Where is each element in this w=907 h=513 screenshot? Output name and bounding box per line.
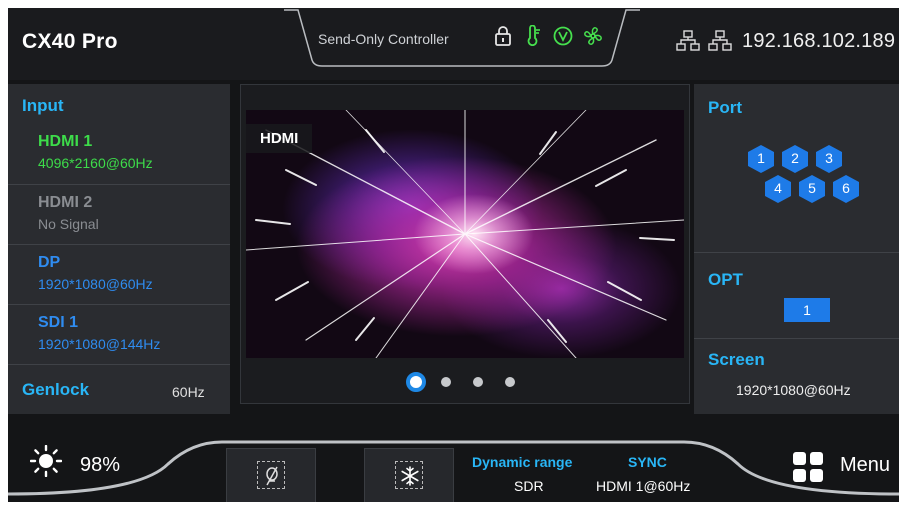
opt-title: OPT xyxy=(708,270,743,289)
device-screen: CX40 Pro Send-Only Controller 192.168.10… xyxy=(8,8,899,502)
input-signal: 4096*2160@60Hz xyxy=(38,155,153,171)
input-panel: Input HDMI 1 4096*2160@60Hz HDMI 2 No Si… xyxy=(8,84,230,414)
brightness-value: 98% xyxy=(80,454,121,476)
input-item-dp[interactable]: DP 1920*1080@60Hz xyxy=(8,244,230,304)
header-bar: CX40 Pro Send-Only Controller 192.168.10… xyxy=(8,8,899,80)
input-signal: 1920*1080@144Hz xyxy=(38,336,161,352)
input-signal: No Signal xyxy=(38,216,99,232)
port-1[interactable]: 1 xyxy=(746,144,776,174)
port-6[interactable]: 6 xyxy=(831,174,861,204)
port-number: 6 xyxy=(842,180,850,196)
port-number: 1 xyxy=(757,150,765,166)
menu-grid-icon[interactable] xyxy=(792,451,824,483)
input-item-sdi1[interactable]: SDI 1 1920*1080@144Hz xyxy=(8,304,230,364)
divider xyxy=(694,338,899,339)
page-dot[interactable] xyxy=(505,377,515,387)
port-4[interactable]: 4 xyxy=(763,174,793,204)
input-item-hdmi2[interactable]: HDMI 2 No Signal xyxy=(8,184,230,244)
device-title: CX40 Pro xyxy=(22,30,118,53)
divider xyxy=(694,252,899,253)
controller-status-tab: Send-Only Controller xyxy=(284,8,640,70)
temperature-icon xyxy=(522,25,544,47)
preview-image[interactable]: HDMI xyxy=(246,110,684,358)
dynamic-range-value: SDR xyxy=(514,478,544,494)
menu-button[interactable]: Menu xyxy=(840,454,890,477)
input-name: DP xyxy=(38,254,61,271)
screen-resolution: 1920*1080@60Hz xyxy=(736,382,851,398)
screen-title: Screen xyxy=(708,350,765,369)
page-dot[interactable] xyxy=(473,377,483,387)
port-number: 5 xyxy=(808,180,816,196)
preview-source-tag: HDMI xyxy=(246,124,313,153)
port-number: 2 xyxy=(791,150,799,166)
port-title: Port xyxy=(708,98,742,117)
dynamic-range-label: Dynamic range xyxy=(472,454,573,470)
input-item-hdmi1[interactable]: HDMI 1 4096*2160@60Hz xyxy=(8,124,230,184)
genlock-value: 60Hz xyxy=(172,384,205,400)
port-number: 3 xyxy=(825,150,833,166)
sync-value: HDMI 1@60Hz xyxy=(596,478,691,494)
port-5[interactable]: 5 xyxy=(797,174,827,204)
freeze-button[interactable] xyxy=(364,448,454,502)
port-3[interactable]: 3 xyxy=(814,144,844,174)
blackout-icon xyxy=(257,461,285,489)
fan-icon xyxy=(582,25,604,47)
input-signal: 1920*1080@60Hz xyxy=(38,276,153,292)
brightness-icon[interactable] xyxy=(29,444,63,478)
preview-pager xyxy=(406,372,526,392)
output-panel: Port 1 2 3 4 5 6 OPT 1 Screen 1920*1080@… xyxy=(694,84,899,414)
voltage-icon xyxy=(552,25,574,47)
network-icon xyxy=(676,30,700,52)
input-name: HDMI 1 xyxy=(38,133,93,150)
opt-1-button[interactable]: 1 xyxy=(784,298,830,322)
network-icon xyxy=(708,30,732,52)
page-dot[interactable] xyxy=(441,377,451,387)
footer-bar: 98% Dynamic range SDR SYNC HDMI 1@60Hz M… xyxy=(8,424,899,502)
snowflake-icon xyxy=(395,461,423,489)
port-number: 4 xyxy=(774,180,782,196)
lock-icon xyxy=(492,25,514,47)
genlock-label: Genlock xyxy=(22,380,90,399)
port-2[interactable]: 2 xyxy=(780,144,810,174)
input-name: HDMI 2 xyxy=(38,194,93,211)
ip-address: 192.168.102.189 xyxy=(742,30,896,52)
page-dot-active[interactable] xyxy=(406,372,426,392)
sync-label: SYNC xyxy=(628,454,667,470)
blackout-button[interactable] xyxy=(226,448,316,502)
input-name: SDI 1 xyxy=(38,314,79,331)
input-title: Input xyxy=(22,96,64,115)
controller-mode-label: Send-Only Controller xyxy=(318,31,449,47)
